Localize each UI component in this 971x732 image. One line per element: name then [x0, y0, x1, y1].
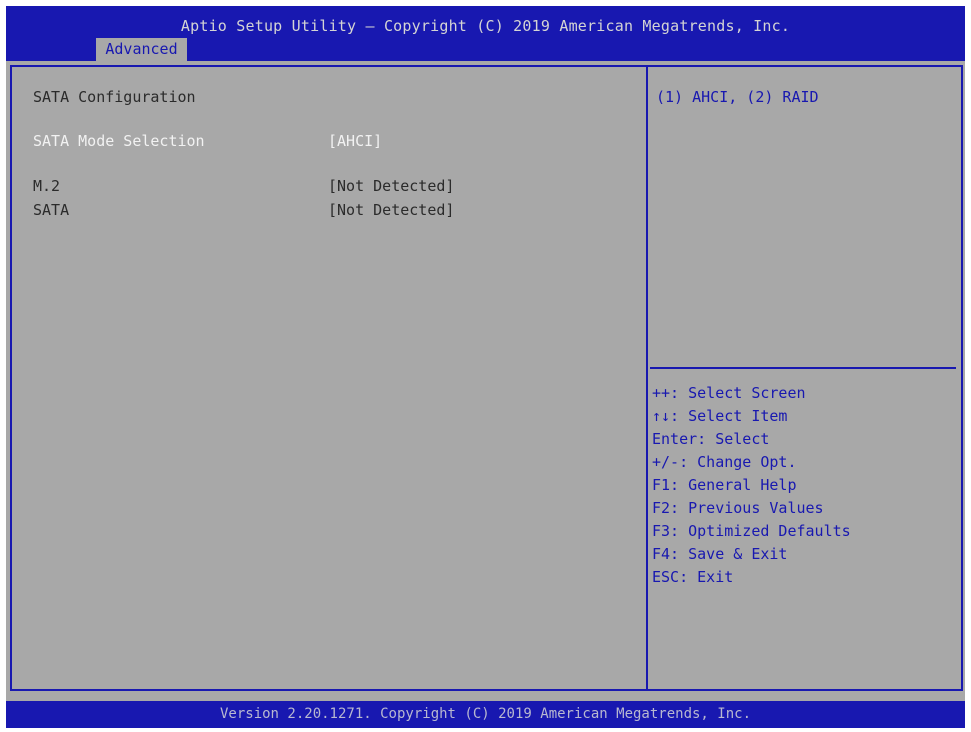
- key-save-exit: F4: Save & Exit: [652, 545, 788, 563]
- tab-advanced[interactable]: Advanced: [96, 38, 187, 61]
- key-esc-exit: ESC: Exit: [652, 568, 734, 586]
- help-panel: [646, 65, 963, 691]
- key-enter-select: Enter: Select: [652, 430, 770, 448]
- key-optimized-defaults: F3: Optimized Defaults: [652, 522, 851, 540]
- sata-mode-selection-label[interactable]: SATA Mode Selection: [33, 132, 205, 150]
- sata-label: SATA: [33, 201, 70, 219]
- key-previous-values: F2: Previous Values: [652, 499, 824, 517]
- m2-label: M.2: [33, 177, 61, 195]
- footer-bar: Version 2.20.1271. Copyright (C) 2019 Am…: [6, 701, 965, 728]
- section-title: SATA Configuration: [33, 88, 196, 106]
- key-select-item: ↑↓: Select Item: [652, 407, 788, 425]
- settings-panel: [10, 65, 648, 691]
- sata-value: [Not Detected]: [328, 201, 455, 219]
- key-select-screen: ++: Select Screen: [652, 384, 806, 402]
- footer-version: Version 2.20.1271. Copyright (C) 2019 Am…: [219, 706, 751, 722]
- help-text: (1) AHCI, (2) RAID: [656, 88, 819, 106]
- sata-mode-selection-value[interactable]: [AHCI]: [328, 132, 382, 150]
- m2-value: [Not Detected]: [328, 177, 455, 195]
- key-change-opt: +/-: Change Opt.: [652, 453, 797, 471]
- help-divider: [650, 367, 956, 369]
- header-title: Aptio Setup Utility – Copyright (C) 2019…: [180, 17, 791, 35]
- key-general-help: F1: General Help: [652, 476, 797, 494]
